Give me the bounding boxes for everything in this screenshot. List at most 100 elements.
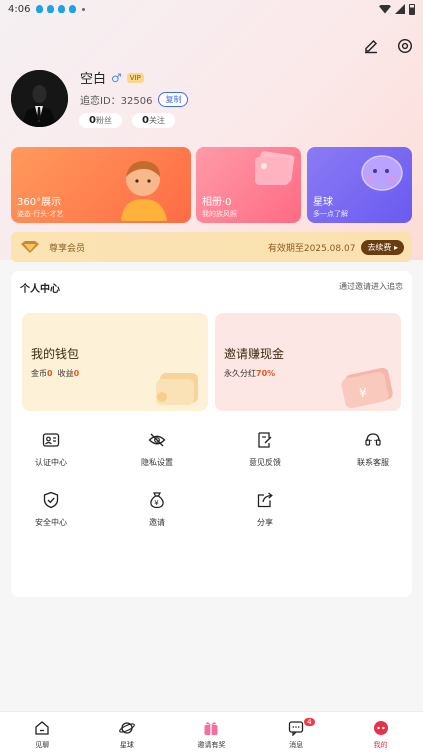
photo-album-icon [255,151,295,185]
vip-badge: VIP [126,72,144,83]
tab-invite-reward[interactable]: 邀请有奖 [169,712,254,752]
personal-center-panel: 个人中心 通过邀请进入追恋 我的钱包 金币0 收益0 邀请赚现金 永久分红70%… [11,271,412,597]
diamond-icon [21,241,39,253]
character-illustration [121,161,167,221]
invite-desc-label: 永久分红 [224,369,256,378]
coins-value: 0 [47,369,53,378]
home-icon [35,721,49,735]
grid-item-verification[interactable]: 认证中心 [11,431,91,468]
vip-banner[interactable]: 尊享会员 有效期至2025.08.07 去续费 ▸ [11,232,412,262]
grid-item-customer-service[interactable]: 联系客服 [333,431,413,468]
card-title: 星球 [313,197,333,208]
message-badge: 4 [304,718,315,726]
card-subtitle: 姿态·行头·才艺 [17,210,64,218]
invite-earn-card[interactable]: 邀请赚现金 永久分红70% ¥ [215,313,401,411]
grid-item-share[interactable]: 分享 [225,491,305,528]
card-title: 360°展示 [17,197,62,208]
grid-item-privacy[interactable]: 隐私设置 [117,431,197,468]
grid-label: 邀请 [149,518,165,527]
id-card-icon [42,433,60,447]
album-card[interactable]: 相册·0 我的族风照 [196,147,301,223]
avatar[interactable] [11,70,68,127]
tab-me[interactable]: 我的 [338,712,423,752]
user-name-row: 空白 ♂ VIP [80,68,144,87]
following-pill[interactable]: 0关注 [131,113,175,128]
section-title: 个人中心 [20,284,60,295]
invite-percent: 70% [256,369,276,378]
follow-label: 关注 [148,116,165,125]
top-actions [363,38,413,54]
income-value: 0 [73,369,80,378]
planet-mascot-icon [361,155,403,191]
showcase-360-card[interactable]: 360°展示 姿态·行头·才艺 [11,147,191,223]
signal-icon [395,4,405,14]
message-icon [288,721,304,737]
tab-label: 见聊 [35,741,50,749]
invite-desc: 永久分红70% [224,368,275,379]
renew-button[interactable]: 去续费 ▸ [361,239,404,255]
fans-pill[interactable]: 0粉丝 [79,113,122,128]
tab-chat[interactable]: 见聊 [0,712,85,752]
eye-off-icon [148,433,166,447]
grid-label: 分享 [257,518,273,527]
tab-label: 我的 [373,741,388,749]
grid-item-security[interactable]: 安全中心 [11,491,91,528]
card-subtitle: 多一点了解 [313,210,348,218]
wallet-title: 我的钱包 [31,347,80,361]
planet-icon [119,722,135,734]
svg-text:¥: ¥ [359,386,367,400]
copy-id-button[interactable]: 复制 [158,92,189,107]
invite-title: 邀请赚现金 [224,347,285,361]
follow-stats: 0粉丝 0关注 [79,113,175,128]
fans-count: 0 [89,115,96,126]
svg-text:¥: ¥ [154,499,159,507]
user-id-row: 追恋ID：32506 复制 [80,92,189,107]
qq-notification-icon [36,5,44,13]
status-bar: 4:06 [0,0,423,18]
wifi-icon [379,4,391,14]
shield-icon [43,491,59,509]
edit-icon[interactable] [363,38,379,54]
wallet-stats: 金币0 收益0 [31,368,79,379]
vip-expiry: 有效期至2025.08.07 [267,243,356,254]
grid-item-feedback[interactable]: 意见反馈 [225,431,305,468]
grid-label: 意见反馈 [249,458,281,467]
card-subtitle: 我的族风照 [202,210,237,218]
money-bag-icon: ¥ [150,492,164,509]
invite-entry-link[interactable]: 通过邀请进入追恋 [339,281,403,292]
qq-notification-icon [58,5,66,13]
headset-icon [365,433,381,446]
grid-label: 认证中心 [35,458,67,467]
male-icon: ♂ [111,70,122,85]
settings-icon[interactable] [397,38,413,54]
vip-label: 尊享会员 [49,243,86,254]
me-icon [373,721,388,735]
follow-count: 0 [141,115,149,126]
feedback-icon [258,432,272,448]
grid-item-invite[interactable]: ¥ 邀请 [117,491,197,528]
wallet-card[interactable]: 我的钱包 金币0 收益0 [22,313,208,411]
more-notifications-icon [82,7,86,11]
tab-messages[interactable]: 消息 4 [254,712,339,752]
user-name: 空白 [80,72,107,87]
red-envelope-illustration: ¥ [341,367,393,409]
user-id-value: 32506 [120,96,153,107]
tab-planet[interactable]: 星球 [85,712,170,752]
qq-notification-icon [69,5,77,13]
card-title: 相册·0 [202,197,232,208]
share-icon [257,492,273,508]
tab-label: 邀请有奖 [197,741,226,749]
coins-label: 金币 [31,369,47,378]
battery-icon [409,3,415,15]
grid-label: 安全中心 [35,518,67,527]
qq-notification-icon [47,5,55,13]
fans-label: 粉丝 [95,116,112,125]
tab-label: 星球 [119,741,134,749]
bottom-tab-bar: 见聊 星球 邀请有奖 消息 4 我的 [0,711,423,752]
wallet-illustration [156,373,198,405]
planet-card[interactable]: 星球 多一点了解 [307,147,412,223]
user-id-label: 追恋ID： [80,96,121,107]
gift-icon [204,722,218,735]
status-time: 4:06 [8,3,31,15]
grid-label: 隐私设置 [141,458,173,467]
